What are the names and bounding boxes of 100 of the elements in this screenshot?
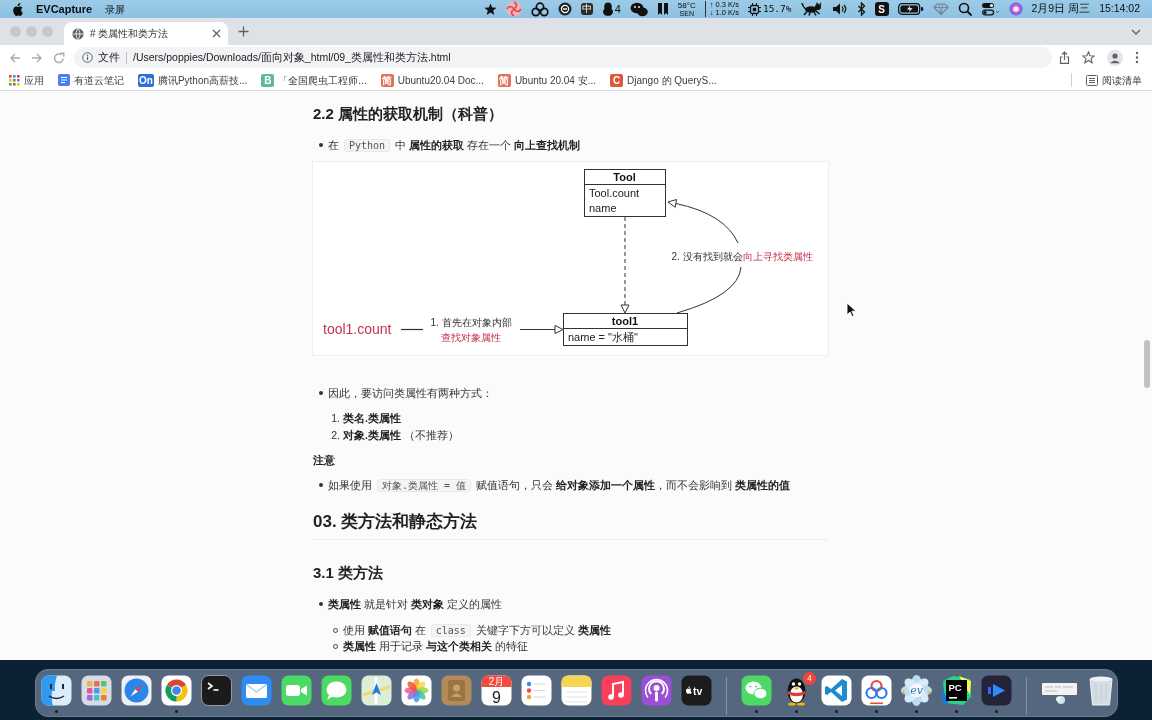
tv-label: tv <box>693 684 703 697</box>
ring-icon[interactable] <box>557 2 572 16</box>
three-circles-icon[interactable] <box>530 1 549 17</box>
cpu-usage: 15.7% <box>762 1 792 16</box>
bullet-text: 在 Python 中 属性的获取 存在一个 向上查找机制 <box>328 138 580 153</box>
search-icon[interactable] <box>957 2 972 16</box>
box-title: tool1 <box>611 315 639 327</box>
box-field: name = "水桶" <box>568 331 638 343</box>
ev-label: ev <box>910 684 923 697</box>
bullet-icon <box>318 143 323 147</box>
bookmark-link[interactable]: 应用 <box>9 72 44 88</box>
chip-icon[interactable] <box>747 2 761 16</box>
flower-icon[interactable] <box>401 675 432 706</box>
volume-icon[interactable] <box>831 2 848 16</box>
favicon: 简 <box>380 73 394 87</box>
trash-icon[interactable] <box>1087 675 1115 706</box>
code-editor-icon[interactable] <box>821 675 852 706</box>
ide-label: PC <box>948 682 962 693</box>
box-field: Tool.count <box>589 187 640 199</box>
info-icon[interactable] <box>82 52 93 63</box>
section-heading: 03. 类方法和静态方法 <box>313 510 828 540</box>
speech-bubble-icon[interactable] <box>321 675 352 706</box>
browser-tab[interactable]: # 类属性和类方法 <box>64 22 228 45</box>
favicon: C <box>610 73 624 87</box>
profile-icon[interactable] <box>1107 49 1123 66</box>
notification-badge: 4 <box>803 672 816 685</box>
tv-icon[interactable]: tv <box>681 675 712 706</box>
penguin-icon[interactable] <box>601 2 614 16</box>
star-icon[interactable] <box>483 2 497 16</box>
note-label: 注意 <box>313 453 336 468</box>
bookmark-link[interactable]: On 腾讯Python高薪技... <box>138 72 248 88</box>
notification-count: 4 <box>614 1 621 17</box>
expression-text: tool1.count <box>323 321 392 337</box>
cat-icon[interactable] <box>800 2 823 16</box>
calendar-day: 9 <box>492 689 501 706</box>
bookmarks-icon[interactable] <box>656 2 669 16</box>
menu-item[interactable]: 录屏 <box>105 1 126 17</box>
video-camera-icon[interactable] <box>281 675 312 706</box>
podcast-icon[interactable] <box>641 675 672 706</box>
bluetooth-icon[interactable] <box>856 2 866 16</box>
section-heading: 3.1 类方法 <box>313 563 385 583</box>
calendar-month: 2月 <box>488 676 505 687</box>
compass-icon[interactable] <box>121 675 152 706</box>
bullet-text: 类属性 就是针对 类对象 定义的属性 <box>328 597 502 612</box>
bullet-icon <box>318 391 323 395</box>
battery-icon[interactable] <box>897 3 924 15</box>
list-item-text: 类名.类属性 <box>343 411 401 426</box>
favicon: On <box>138 73 154 87</box>
chevron-down-icon[interactable] <box>1131 28 1141 35</box>
chat-bubbles-icon[interactable] <box>741 675 772 706</box>
orb-icon[interactable] <box>1008 2 1023 16</box>
terminal-icon[interactable] <box>201 675 232 706</box>
toggles-icon[interactable] <box>980 2 1000 16</box>
list-item-text: 对象.类属性 （不推荐） <box>343 428 459 443</box>
menu-bar-date: 2月9日 周三 <box>1031 1 1091 17</box>
checklist-icon[interactable] <box>521 675 552 706</box>
address-bar[interactable]: 文件 /Users/poppies/Downloads/面向对象_html/09_类属性和类方法.html <box>74 47 1052 68</box>
favicon: B <box>261 73 275 87</box>
section-heading: 2.2 属性的获取机制（科普） <box>313 104 505 124</box>
bookmark-link[interactable]: 简 Ubuntu 20.04 安... <box>497 72 597 88</box>
bookmark-link[interactable]: 有道云笔记 <box>58 72 124 88</box>
more-icon[interactable] <box>1135 51 1139 64</box>
note-icon <box>58 74 70 86</box>
input-method-indicator[interactable]: 中 <box>580 3 593 15</box>
reading-list-button[interactable]: 阅读清单 <box>1086 72 1142 88</box>
bullet-text: 因此，要访问类属性有两种方式： <box>328 386 493 401</box>
reading-list-icon <box>1086 74 1098 86</box>
list-number: 1. <box>330 411 341 426</box>
step-label: 2. 没有找到就会向上寻找类属性 <box>671 251 813 262</box>
music-note-icon[interactable] <box>601 675 632 706</box>
scrollbar-thumb[interactable] <box>1144 340 1150 388</box>
connector-line <box>400 328 424 331</box>
notepad-icon[interactable] <box>561 675 592 706</box>
plus-icon[interactable] <box>238 26 249 37</box>
letter-tile[interactable]: S <box>874 2 889 16</box>
apple-icon[interactable] <box>12 2 23 16</box>
chat-bubbles-icon[interactable] <box>629 1 648 17</box>
smiling-face-icon[interactable] <box>41 675 72 706</box>
close-icon[interactable] <box>212 29 221 38</box>
menu-bar-clock: 15:14:02 <box>1099 1 1140 17</box>
box-title: Tool <box>613 171 636 183</box>
temperature-reading: 58°C <box>677 1 696 10</box>
play-icon[interactable] <box>981 675 1012 706</box>
step-label: 1. 首先在对象内部 查找对象属性 <box>430 317 512 343</box>
bookmark-link[interactable]: C Django 的 QueryS... <box>610 72 717 88</box>
app-grid-icon[interactable] <box>81 675 112 706</box>
calendar-icon[interactable]: 2月 9 <box>481 675 512 706</box>
bullet-text: 类属性 用于记录 与这个类相关 的特征 <box>343 639 528 654</box>
envelope-icon[interactable] <box>241 675 272 706</box>
globe-icon <box>72 27 84 40</box>
ide-icon[interactable]: PC <box>941 675 972 706</box>
map-icon[interactable] <box>361 675 392 706</box>
star-outline-icon[interactable] <box>1082 51 1095 64</box>
share-icon[interactable] <box>1059 51 1070 64</box>
rings-icon[interactable] <box>861 675 892 706</box>
bookmark-link[interactable]: B 「全国爬虫工程师... <box>261 72 367 88</box>
apps-grid-icon <box>9 74 20 86</box>
bullet-icon <box>318 602 323 606</box>
app-menu-title[interactable]: EVCapture <box>36 0 93 18</box>
bookmark-link[interactable]: 简 Ubuntu20.04 Doc... <box>380 72 484 88</box>
